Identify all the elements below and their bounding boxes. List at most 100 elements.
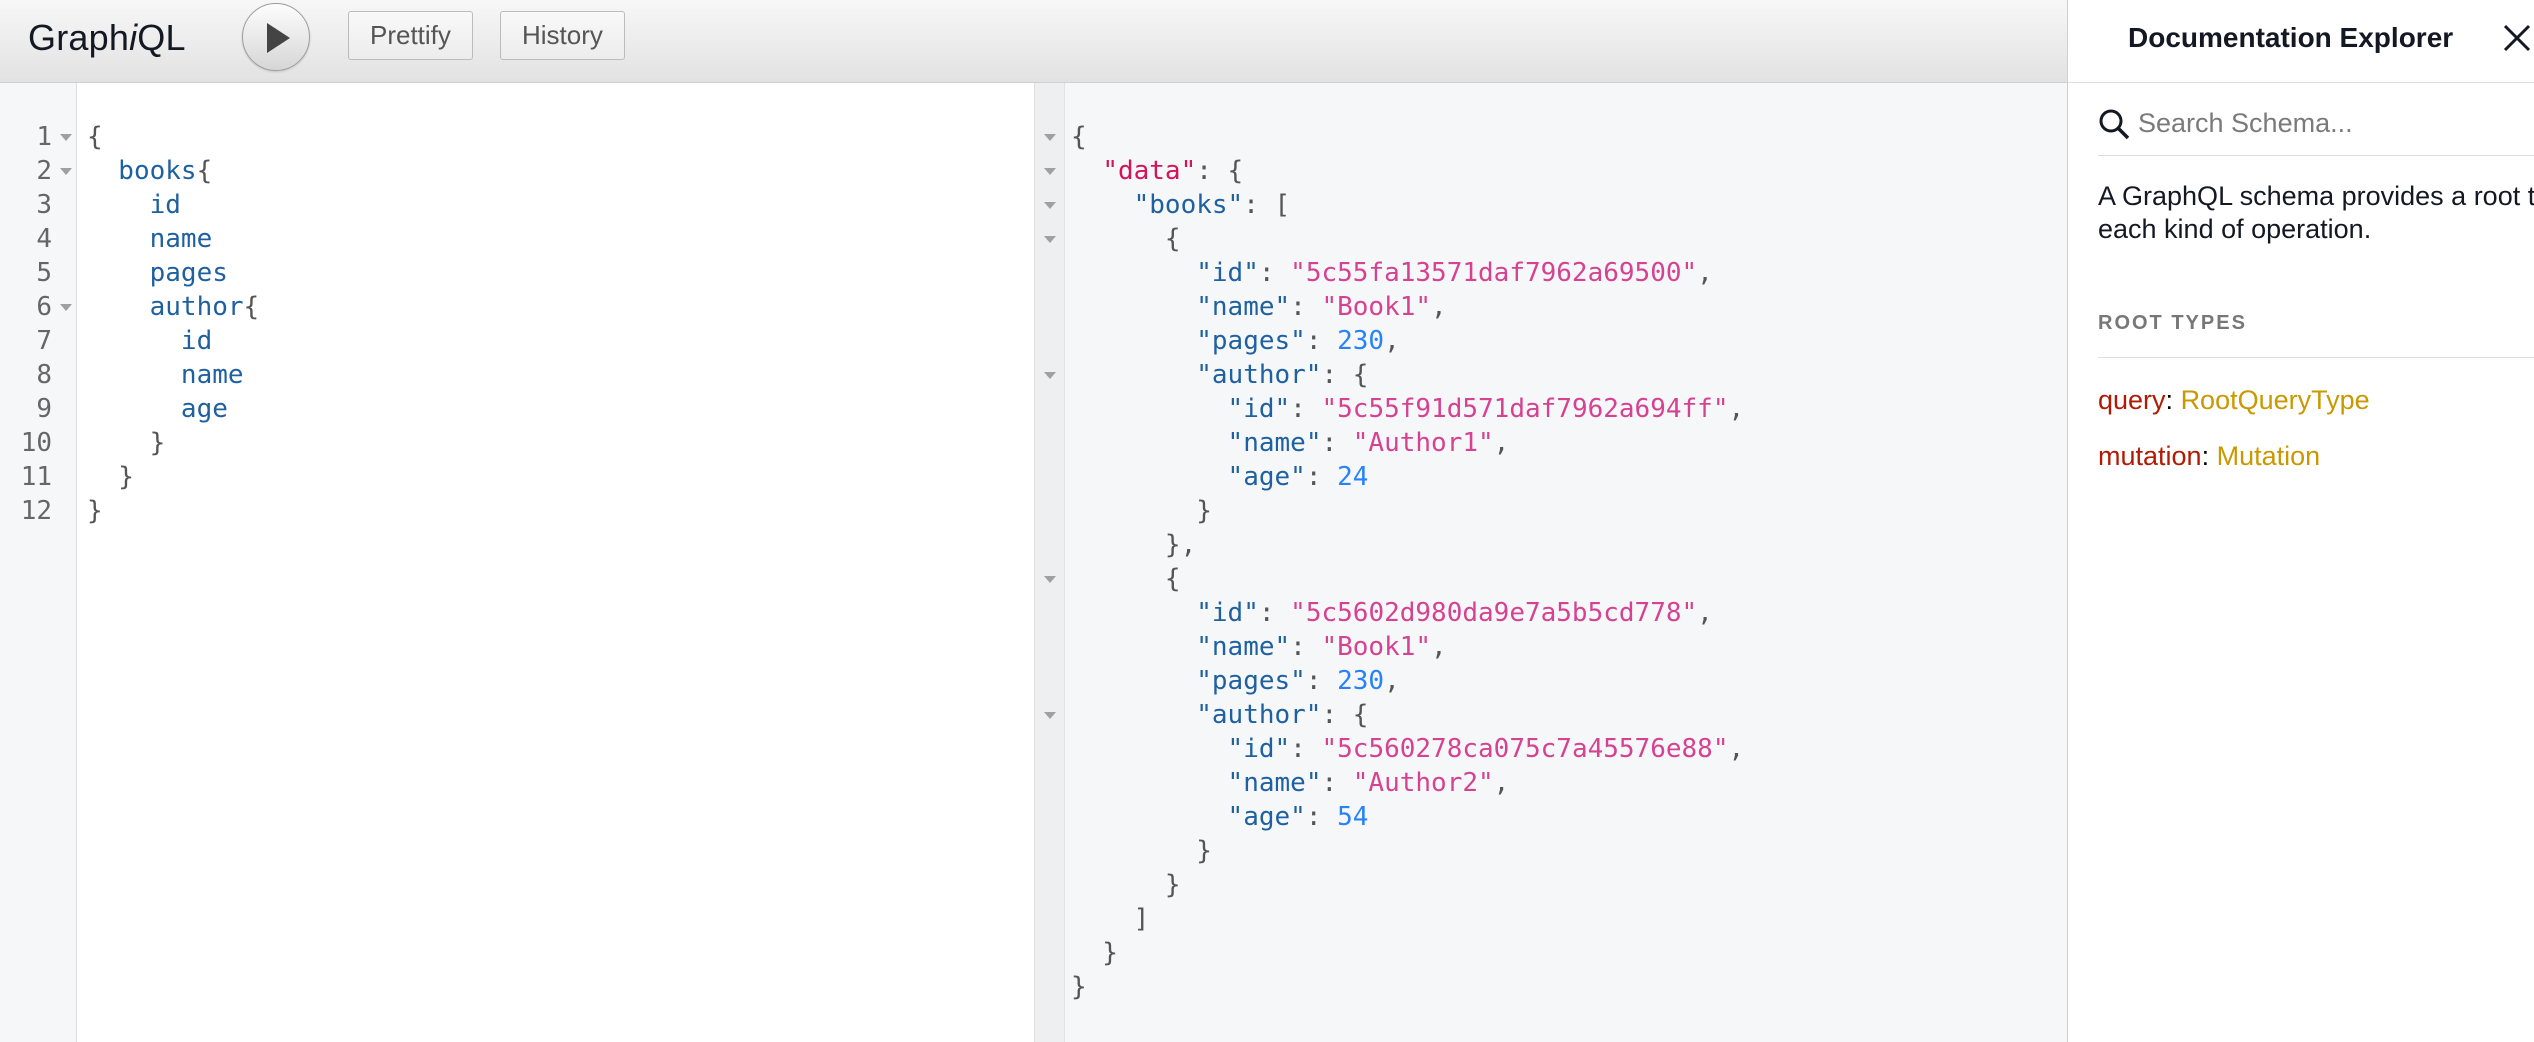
result-token-key: "author" [1196,700,1322,730]
fold-marker-icon[interactable] [1044,372,1056,379]
result-token-punct: : [1305,462,1338,492]
result-token-punct [1071,700,1196,730]
result-token-key: "books" [1133,190,1244,220]
result-token-punct: } [1071,938,1118,968]
query-code-line: books{ [87,154,212,188]
result-token-punct: } [1071,496,1212,526]
fold-marker-icon[interactable] [60,304,72,311]
result-token-num: 54 [1337,802,1369,832]
result-token-punct [1071,768,1228,798]
result-token-punct: , [1728,734,1745,764]
result-token-punct: : [1258,258,1291,288]
search-underline [2098,155,2534,156]
result-token-punct: : { [1321,360,1369,390]
result-code-line: ] [1071,902,1150,936]
result-token-punct [1071,190,1134,220]
result-token-str: "5c55f91d571daf7962a694ff" [1321,394,1729,424]
result-token-punct: : [1290,292,1322,322]
query-token-field: age [87,394,228,424]
fold-marker-icon[interactable] [60,168,72,175]
result-token-punct [1071,292,1196,322]
result-token-punct [1071,326,1196,356]
result-token-str: "Author2" [1352,768,1494,798]
prettify-button[interactable]: Prettify [348,11,473,60]
fold-marker-icon[interactable] [1044,712,1056,719]
query-token-punct: } [87,496,103,526]
line-number: 3 [36,190,52,220]
result-code-line: "author": { [1071,698,1368,732]
result-token-punct: , [1384,666,1400,696]
schema-search-input[interactable] [2138,98,2534,148]
root-type-colon: : [2165,385,2181,415]
line-number: 8 [36,360,52,390]
fold-marker-icon[interactable] [1044,236,1056,243]
fold-marker-icon[interactable] [1044,168,1056,175]
fold-marker-icon[interactable] [1044,576,1056,583]
execute-query-button[interactable] [242,3,310,71]
result-token-punct [1071,598,1196,628]
search-icon [2099,109,2130,140]
result-token-key: "id" [1227,394,1291,424]
line-number: 5 [36,258,52,288]
result-token-punct: , [1431,632,1447,662]
query-token-punct: { [196,156,213,186]
fold-marker-icon[interactable] [1044,202,1056,209]
line-number: 1 [36,122,52,152]
result-code-line: "author": { [1071,358,1368,392]
result-token-punct: : [1258,598,1291,628]
result-token-punct: : [1290,632,1322,662]
result-token-punct [1071,156,1102,186]
result-token-punct: , [1431,292,1447,322]
result-code-line: "books": [ [1071,188,1291,222]
query-code-line: } [87,494,103,528]
result-token-punct [1071,394,1228,424]
close-icon[interactable] [2502,23,2532,53]
line-number: 2 [36,156,52,186]
query-token-field: name [87,224,213,254]
result-code-line: { [1071,120,1087,154]
result-code-line: "age": 24 [1071,460,1369,494]
result-token-key: "id" [1196,258,1259,288]
result-token-punct: : [1305,326,1338,356]
result-token-punct: : [1290,394,1322,424]
result-token-punct: : [1290,734,1322,764]
result-token-punct [1071,632,1196,662]
result-token-punct: } [1071,836,1212,866]
result-token-punct: , [1728,394,1745,424]
line-number: 12 [20,496,52,526]
result-token-key: "id" [1227,734,1291,764]
result-code-line: "name": "Author1", [1071,426,1510,460]
query-token-field: id [87,190,181,220]
result-code-line: "id": "5c55f91d571daf7962a694ff", [1071,392,1745,426]
result-viewer[interactable]: { "data": { "books": [ { "id": "5c55fa13… [1034,83,2067,1042]
result-code-line: } [1071,868,1181,902]
result-token-punct [1071,428,1228,458]
result-token-punct: { [1071,122,1087,152]
fold-marker-icon[interactable] [60,134,72,141]
result-code-line: } [1071,970,1087,1004]
result-code-line: "id": "5c55fa13571daf7962a69500", [1071,256,1713,290]
root-type-link-mutation[interactable]: Mutation [2217,441,2321,471]
result-code-line: } [1071,494,1212,528]
line-number: 11 [20,462,52,492]
result-token-punct: , [1384,326,1400,356]
root-type-colon: : [2201,441,2217,471]
result-code-line: "pages": 230, [1071,664,1400,698]
result-code-line: "data": { [1071,154,1243,188]
fold-marker-icon[interactable] [1044,134,1056,141]
history-button[interactable]: History [500,11,625,60]
root-type-query: query: RootQueryType [2098,383,2370,417]
query-editor[interactable]: { books{ id name pages author{ id name a… [77,83,1034,1042]
result-token-punct: , [1493,768,1510,798]
doc-explorer-header: Documentation Explorer [2068,0,2534,83]
result-token-punct: : [ [1243,190,1291,220]
root-type-link-query[interactable]: RootQueryType [2181,385,2370,415]
query-code-line: name [87,358,244,392]
result-code-line: { [1071,222,1181,256]
logo-prefix: Graph [28,17,130,58]
result-token-num: 24 [1337,462,1369,492]
result-token-punct: ] [1071,904,1150,934]
result-code-line: "id": "5c560278ca075c7a45576e88", [1071,732,1745,766]
result-token-punct: : { [1321,700,1369,730]
query-token-punct: } [87,428,166,458]
